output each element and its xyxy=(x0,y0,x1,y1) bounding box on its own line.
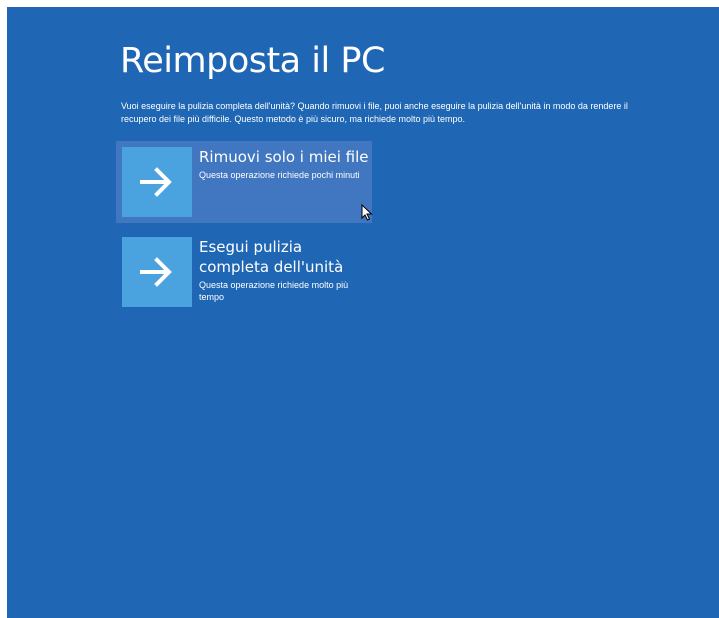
arrow-right-icon xyxy=(140,167,172,197)
reset-pc-screen: Reimposta il PC Vuoi eseguire la pulizia… xyxy=(7,7,719,618)
page-description: Vuoi eseguire la pulizia completa dell'u… xyxy=(121,101,628,124)
option-text: Esegui pulizia completa dell'unità Quest… xyxy=(199,237,369,303)
option-title: Esegui pulizia completa dell'unità xyxy=(199,238,344,276)
page-title: Reimposta il PC xyxy=(120,41,385,81)
option-text: Rimuovi solo i miei file Questa operazio… xyxy=(199,147,369,181)
option-remove-files-only[interactable]: Rimuovi solo i miei file Questa operazio… xyxy=(116,141,372,223)
arrow-right-icon xyxy=(140,257,172,287)
option-tile xyxy=(122,237,192,307)
option-full-drive-clean[interactable]: Esegui pulizia completa dell'unità Quest… xyxy=(116,231,372,313)
option-description: Questa operazione richiede pochi minuti xyxy=(199,170,360,180)
mouse-pointer-icon xyxy=(361,204,373,221)
option-tile xyxy=(122,147,192,217)
option-title: Rimuovi solo i miei file xyxy=(199,148,369,166)
option-description: Questa operazione richiede molto più tem… xyxy=(199,280,349,302)
